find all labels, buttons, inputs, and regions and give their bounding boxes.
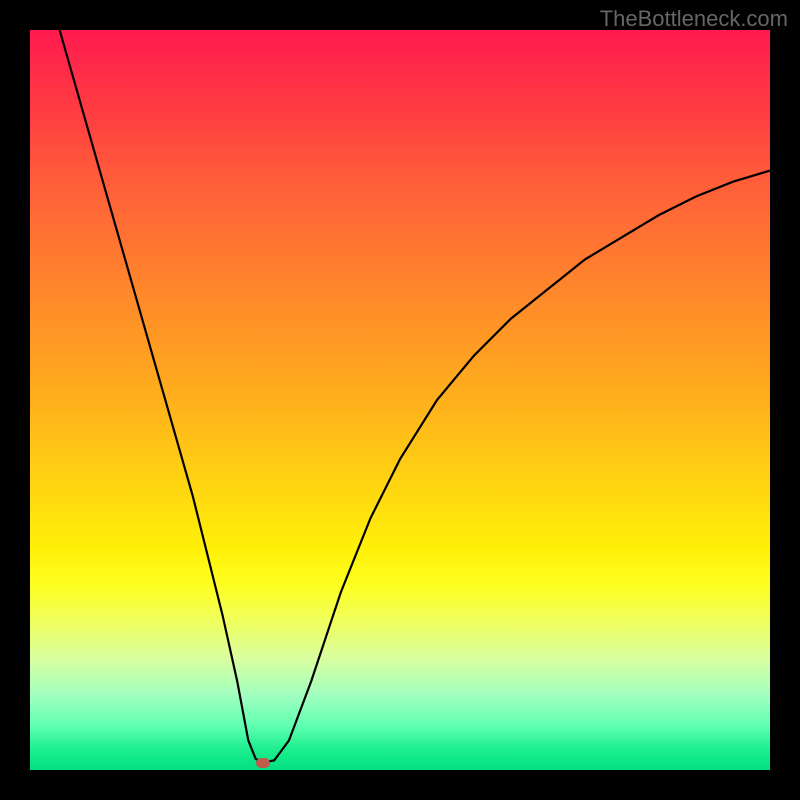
plot-area xyxy=(30,30,770,770)
watermark-text: TheBottleneck.com xyxy=(600,6,788,32)
minimum-marker xyxy=(256,758,270,768)
chart-curve xyxy=(30,30,770,770)
